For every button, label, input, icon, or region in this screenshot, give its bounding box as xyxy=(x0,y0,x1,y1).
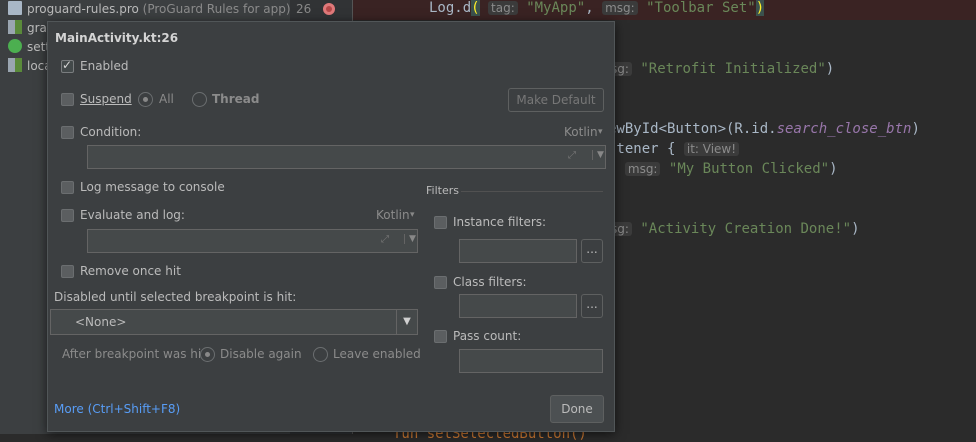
all-radio[interactable] xyxy=(138,92,153,107)
code-line-6: sg: "Activity Creation Done!") xyxy=(608,221,860,237)
disabled-until-value: <None> xyxy=(75,315,127,329)
disabled-until-select[interactable]: <None> ▼ xyxy=(50,309,418,335)
tree-item-proguard[interactable]: proguard-rules.pro (ProGuard Rules for a… xyxy=(8,0,291,18)
evaluate-log-checkbox[interactable] xyxy=(61,209,74,222)
class-filters-label: Class filters: xyxy=(453,275,527,289)
done-button[interactable]: Done xyxy=(550,395,604,423)
code-line-1: Log.d( tag: "MyApp", msg: "Toolbar Set") xyxy=(429,0,765,16)
log-message-label: Log message to console xyxy=(80,180,225,194)
filters-heading: Filters xyxy=(426,184,459,197)
tree-item-local[interactable]: loca xyxy=(8,57,52,75)
condition-label: Condition: xyxy=(80,125,142,139)
evaluate-language[interactable]: Kotlin xyxy=(376,208,410,222)
condition-history-icon[interactable]: ▼ xyxy=(592,150,604,160)
make-default-button[interactable]: Make Default xyxy=(508,88,604,112)
condition-language[interactable]: Kotlin xyxy=(564,125,598,139)
log-message-checkbox[interactable] xyxy=(61,181,74,194)
pass-count-label: Pass count: xyxy=(453,329,522,343)
disabled-until-label: Disabled until selected breakpoint is hi… xyxy=(54,290,297,304)
enabled-label: Enabled xyxy=(80,59,129,73)
disable-again-label: Disable again xyxy=(220,347,302,361)
code-line-3: ewById<Button>(R.id.search_close_btn) xyxy=(608,121,920,137)
gradle-icon xyxy=(8,20,22,34)
line-number: 26 xyxy=(296,2,312,16)
disable-again-radio[interactable] xyxy=(200,347,215,362)
file-icon xyxy=(8,1,22,15)
thread-radio[interactable] xyxy=(192,92,207,107)
breakpoint-dialog: MainActivity.kt:26 Enabled Suspend All T… xyxy=(47,21,615,432)
filters-separator xyxy=(461,191,603,192)
thread-label: Thread xyxy=(212,92,260,106)
chevron-down-icon: ▾ xyxy=(598,127,603,137)
expand-icon[interactable]: ⤢ xyxy=(568,150,576,161)
class-filters-browse-button[interactable]: ... xyxy=(581,294,603,318)
code-line-2: sg: "Retrofit Initialized") xyxy=(608,61,834,77)
settings-gradle-icon xyxy=(8,39,22,53)
leave-enabled-radio[interactable] xyxy=(313,347,328,362)
code-line-4: stener { it: View! xyxy=(608,141,740,157)
dialog-title: MainActivity.kt:26 xyxy=(55,31,179,45)
properties-icon xyxy=(8,58,22,72)
suspend-label: Suspend xyxy=(80,92,132,106)
all-label: All xyxy=(159,92,174,106)
after-hit-label: After breakpoint was hit xyxy=(62,347,206,361)
pass-count-input[interactable] xyxy=(459,349,603,373)
suspend-checkbox[interactable] xyxy=(61,93,74,106)
chevron-down-icon: ▾ xyxy=(410,210,415,220)
leave-enabled-label: Leave enabled xyxy=(333,347,421,361)
evaluate-log-input[interactable] xyxy=(87,229,418,253)
class-filters-input[interactable] xyxy=(459,294,577,318)
evaluate-history-icon[interactable]: ▼ xyxy=(404,234,416,244)
instance-filters-input[interactable] xyxy=(459,239,577,263)
class-filters-checkbox[interactable] xyxy=(434,276,447,289)
condition-checkbox[interactable] xyxy=(61,126,74,139)
code-line-5: , msg: "My Button Clicked") xyxy=(608,161,838,177)
enabled-checkbox[interactable] xyxy=(61,58,74,73)
pass-count-checkbox[interactable] xyxy=(434,330,447,343)
instance-filters-checkbox[interactable] xyxy=(434,216,447,229)
expand-icon[interactable]: ⤢ xyxy=(381,234,389,245)
instance-filters-label: Instance filters: xyxy=(453,215,547,229)
chevron-down-icon: ▼ xyxy=(396,310,417,334)
more-link[interactable]: More (Ctrl+Shift+F8) xyxy=(54,402,180,416)
instance-filters-browse-button[interactable]: ... xyxy=(581,239,603,263)
breakpoint-icon[interactable] xyxy=(323,3,335,15)
condition-input[interactable] xyxy=(87,145,606,169)
evaluate-log-label: Evaluate and log: xyxy=(80,208,185,222)
remove-once-hit-checkbox[interactable] xyxy=(61,265,74,278)
remove-once-hit-label: Remove once hit xyxy=(80,264,181,278)
